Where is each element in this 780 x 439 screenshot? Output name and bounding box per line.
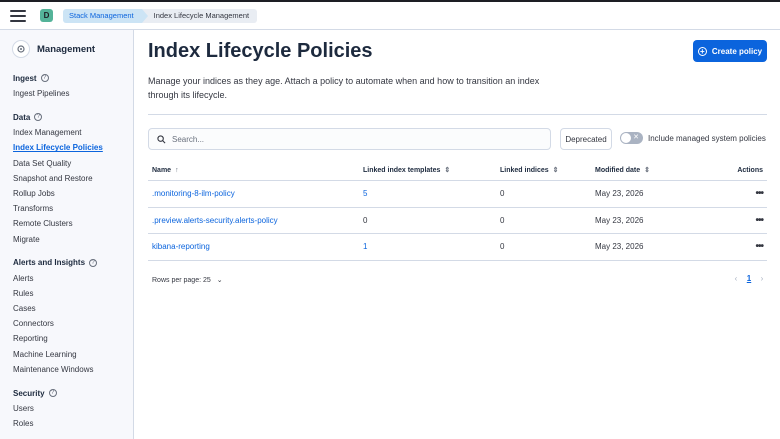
sidebar-item-migrate[interactable]: Migrate (13, 232, 133, 247)
menu-icon[interactable] (10, 9, 26, 22)
sidebar-item-users[interactable]: Users (13, 401, 133, 416)
space-avatar[interactable]: D (40, 9, 53, 22)
page-description: Manage your indices as they age. Attach … (148, 76, 540, 100)
chevron-down-icon: ⌄ (216, 277, 223, 284)
sidebar-item-cases[interactable]: Cases (13, 301, 133, 316)
more-actions-icon[interactable]: ••• (755, 241, 763, 252)
close-icon: ✕ (633, 134, 639, 141)
sidebar-item-remote-clusters[interactable]: Remote Clusters (13, 216, 133, 231)
group-title-ingest: Ingest (13, 73, 37, 83)
sidebar-group-ingest: Ingest? Ingest Pipelines (0, 70, 133, 101)
search-input[interactable] (172, 134, 532, 144)
help-icon[interactable]: ? (40, 74, 49, 82)
search-icon (157, 134, 166, 143)
sidebar-item-data-set-quality[interactable]: Data Set Quality (13, 156, 133, 171)
sidebar-item-maintenance-windows[interactable]: Maintenance Windows (13, 362, 133, 377)
sidebar-group-alerts: Alerts and Insights? Alerts Rules Cases … (0, 255, 133, 377)
modified-date-value: May 23, 2026 (595, 189, 644, 199)
sidebar-item-ingest-pipelines[interactable]: Ingest Pipelines (13, 86, 133, 101)
sidebar-item-machine-learning[interactable]: Machine Learning (13, 347, 133, 362)
sort-icon: ⇕ (444, 167, 451, 174)
column-header-templates[interactable]: Linked index templates ⇕ (359, 166, 496, 174)
sidebar-item-transforms[interactable]: Transforms (13, 201, 133, 216)
help-icon[interactable]: ? (34, 113, 43, 122)
sort-ascending-icon: ↑ (175, 166, 179, 174)
sidebar-item-index-lifecycle-policies[interactable]: Index Lifecycle Policies (13, 140, 133, 155)
column-header-modified[interactable]: Modified date ⇕ (591, 166, 721, 174)
column-header-name[interactable]: Name ↑ (148, 167, 359, 174)
sidebar-group-security: Security? Users Roles (0, 385, 133, 431)
pagination: ‹ 1 › (730, 274, 768, 283)
linked-templates-link[interactable]: 1 (363, 242, 367, 251)
plus-icon: + (697, 46, 707, 56)
table-row: kibana-reporting 1 0 May 23, 2026 ••• (148, 234, 767, 261)
sort-icon: ⇕ (552, 167, 559, 174)
column-header-actions: Actions (737, 166, 763, 174)
table-row: .preview.alerts-security.alerts-policy 0… (148, 208, 767, 234)
sidebar-header: Management (0, 30, 133, 68)
toggle-knob (621, 133, 631, 143)
toggle-label: Include managed system policies (648, 133, 766, 143)
sort-icon: ⇕ (644, 167, 650, 174)
breadcrumb-index-lifecycle-management: Index Lifecycle Management (141, 8, 258, 23)
divider (148, 114, 767, 115)
modified-date-value: May 23, 2026 (595, 215, 644, 225)
table-header: Name ↑ Linked index templates ⇕ Linked ind… (148, 160, 767, 181)
linked-templates-value: 0 (363, 215, 368, 225)
gear-icon (12, 40, 30, 58)
main-content: Index Lifecycle Policies + Create policy… (134, 30, 780, 439)
group-title-data: Data (13, 112, 31, 122)
policy-name-link[interactable]: .monitoring-8-ilm-policy (152, 189, 235, 198)
sidebar-title: Management (37, 43, 96, 55)
sidebar: Management Ingest? Ingest Pipelines Data… (0, 30, 134, 439)
sidebar-item-roles[interactable]: Roles (13, 416, 133, 431)
more-actions-icon[interactable]: ••• (755, 188, 763, 199)
rows-per-page-select[interactable]: Rows per page: 25 ⌄ (152, 276, 223, 284)
policies-table: Name ↑ Linked index templates ⇕ Linked ind… (148, 160, 767, 261)
rows-per-page-label: Rows per page: 25 (152, 277, 211, 284)
managed-policies-toggle[interactable]: ✕ (620, 132, 643, 144)
sidebar-item-connectors[interactable]: Connectors (13, 316, 133, 331)
sidebar-group-data: Data? Index Management Index Lifecycle P… (0, 109, 133, 247)
previous-page-icon[interactable]: ‹ (730, 274, 742, 283)
sidebar-item-rules[interactable]: Rules (13, 286, 133, 301)
sidebar-item-index-management[interactable]: Index Management (13, 125, 133, 140)
group-title-alerts: Alerts and Insights (13, 258, 86, 268)
linked-indices-value: 0 (500, 215, 505, 225)
more-actions-icon[interactable]: ••• (755, 215, 763, 226)
column-header-indices[interactable]: Linked indices ⇕ (496, 166, 591, 174)
managed-policies-toggle-wrap: ✕ Include managed system policies (620, 132, 766, 144)
linked-indices-value: 0 (500, 242, 505, 252)
sidebar-item-reporting[interactable]: Reporting (13, 331, 133, 346)
create-policy-button[interactable]: + Create policy (693, 40, 767, 62)
search-box (148, 128, 551, 150)
policy-name-link[interactable]: .preview.alerts-security.alerts-policy (152, 216, 278, 225)
help-icon[interactable]: ? (48, 389, 57, 397)
top-header: D Stack Management Index Lifecycle Manag… (0, 0, 780, 30)
sidebar-item-snapshot-and-restore[interactable]: Snapshot and Restore (13, 171, 133, 186)
help-icon[interactable]: ? (89, 258, 98, 267)
group-title-security: Security (13, 388, 45, 398)
next-page-icon[interactable]: › (756, 274, 768, 283)
create-policy-label: Create policy (711, 46, 763, 56)
breadcrumb-stack-management[interactable]: Stack Management (63, 8, 148, 23)
deprecated-filter-button[interactable]: Deprecated (560, 128, 612, 150)
linked-indices-value: 0 (500, 189, 505, 199)
breadcrumb: Stack Management Index Lifecycle Managem… (63, 8, 258, 23)
sidebar-item-alerts[interactable]: Alerts (13, 271, 133, 286)
sidebar-item-rollup-jobs[interactable]: Rollup Jobs (13, 186, 133, 201)
policy-name-link[interactable]: kibana-reporting (152, 242, 210, 251)
page-title: Index Lifecycle Policies (148, 40, 373, 62)
linked-templates-link[interactable]: 5 (363, 189, 367, 198)
table-row: .monitoring-8-ilm-policy 5 0 May 23, 202… (148, 181, 767, 208)
page-number[interactable]: 1 (742, 274, 756, 283)
modified-date-value: May 23, 2026 (595, 242, 644, 252)
